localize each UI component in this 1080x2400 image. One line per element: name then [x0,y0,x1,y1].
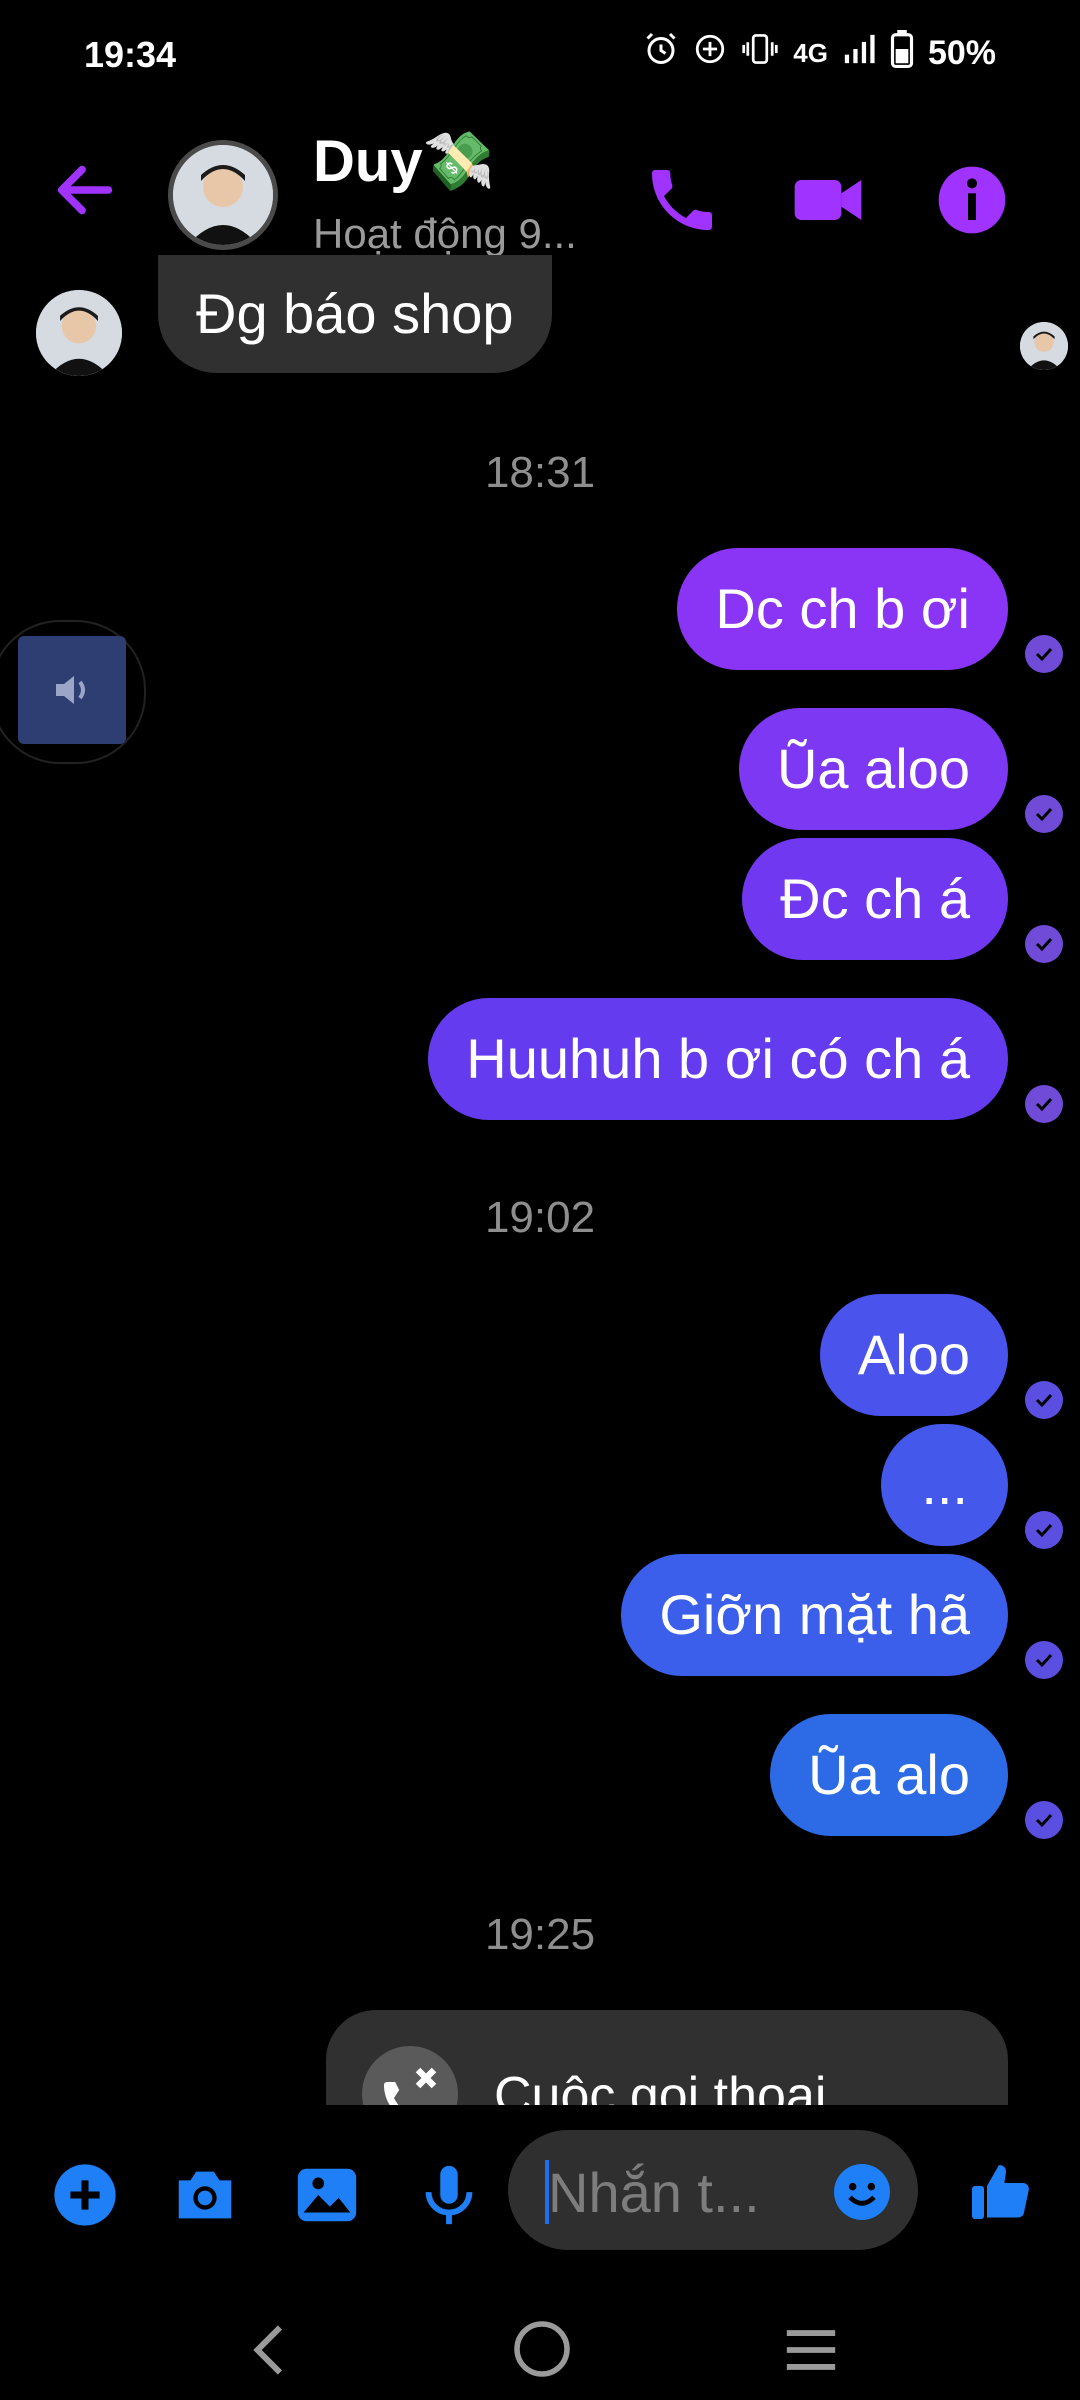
timestamp-separator: 19:02 [484,1193,596,1242]
seen-check-icon [1025,925,1063,963]
sender-avatar[interactable] [36,290,122,376]
info-icon [938,166,1006,234]
like-button[interactable] [966,2156,1036,2226]
seen-check-icon [1025,795,1063,833]
menu-lines-icon [786,2330,836,2370]
phone-icon [652,170,712,230]
contact-name[interactable]: Duy💸 [313,128,495,196]
call-button[interactable] [642,160,722,240]
status-icons: 4G 50% [643,30,996,77]
seen-check-icon [1025,1511,1063,1549]
signal-icon [842,32,876,75]
image-icon [297,2168,357,2222]
timestamp-separator: 18:31 [484,448,596,497]
add-button[interactable] [50,2160,120,2230]
info-button[interactable] [932,160,1012,240]
thumbs-up-icon [972,2165,1029,2219]
data-saver-icon [693,32,727,75]
speaker-icon [56,676,85,704]
network-type: 4G [793,38,828,68]
emoji-button[interactable] [830,2160,894,2224]
plus-icon [54,2164,116,2226]
arrow-left-icon [57,165,113,215]
nav-home-button[interactable] [512,2319,572,2384]
battery-icon [890,30,914,77]
read-receipt-avatar [1020,322,1068,370]
speaker-button[interactable] [18,636,126,744]
outgoing-message[interactable]: Ũa aloo [738,708,1008,830]
seen-check-icon [1025,1085,1063,1123]
outgoing-message[interactable]: Giỡn mặt hã [621,1554,1008,1676]
system-nav-bar [0,2285,1080,2400]
emoji-icon [834,2164,890,2220]
text-caret [545,2160,549,2224]
outgoing-message[interactable]: Huuhuh b ơi có ch á [428,998,1008,1120]
status-time: 19:34 [84,34,177,75]
battery-percent: 50% [927,34,996,72]
seen-check-icon [1025,1381,1063,1419]
contact-status: Hoạt động 9... [313,210,577,257]
video-icon [794,180,862,220]
outgoing-message[interactable]: Ũa alo [770,1714,1008,1836]
vibrate-icon [741,32,779,75]
back-button[interactable] [50,155,120,225]
home-circle-icon [514,2321,570,2377]
incoming-message[interactable]: Đg báo shop [158,255,552,373]
nav-recents-button[interactable] [782,2325,840,2380]
seen-check-icon [1025,1801,1063,1839]
seen-check-icon [1025,635,1063,673]
gallery-button[interactable] [292,2160,362,2230]
nav-back-button[interactable] [245,2320,295,2385]
status-bar: 19:34 4G 50% [0,0,1080,110]
message-input-placeholder: Nhắn t... [548,2161,760,2224]
outgoing-message[interactable]: Dc ch b ơi [677,548,1008,670]
timestamp-separator: 19:25 [484,1910,596,1959]
message-input[interactable]: Nhắn t... [508,2130,918,2250]
chevron-left-icon [253,2325,283,2375]
camera-icon [178,2171,232,2219]
seen-check-icon [1025,1641,1063,1679]
camera-button[interactable] [170,2160,240,2230]
outgoing-message[interactable]: ... [881,1424,1008,1546]
outgoing-message[interactable]: Đc ch á [742,838,1008,960]
voice-button[interactable] [414,2160,484,2230]
microphone-icon [425,2165,473,2225]
outgoing-message[interactable]: Aloo [819,1294,1008,1416]
video-call-button[interactable] [788,160,868,240]
contact-avatar[interactable] [168,140,278,250]
alarm-icon [643,31,679,76]
